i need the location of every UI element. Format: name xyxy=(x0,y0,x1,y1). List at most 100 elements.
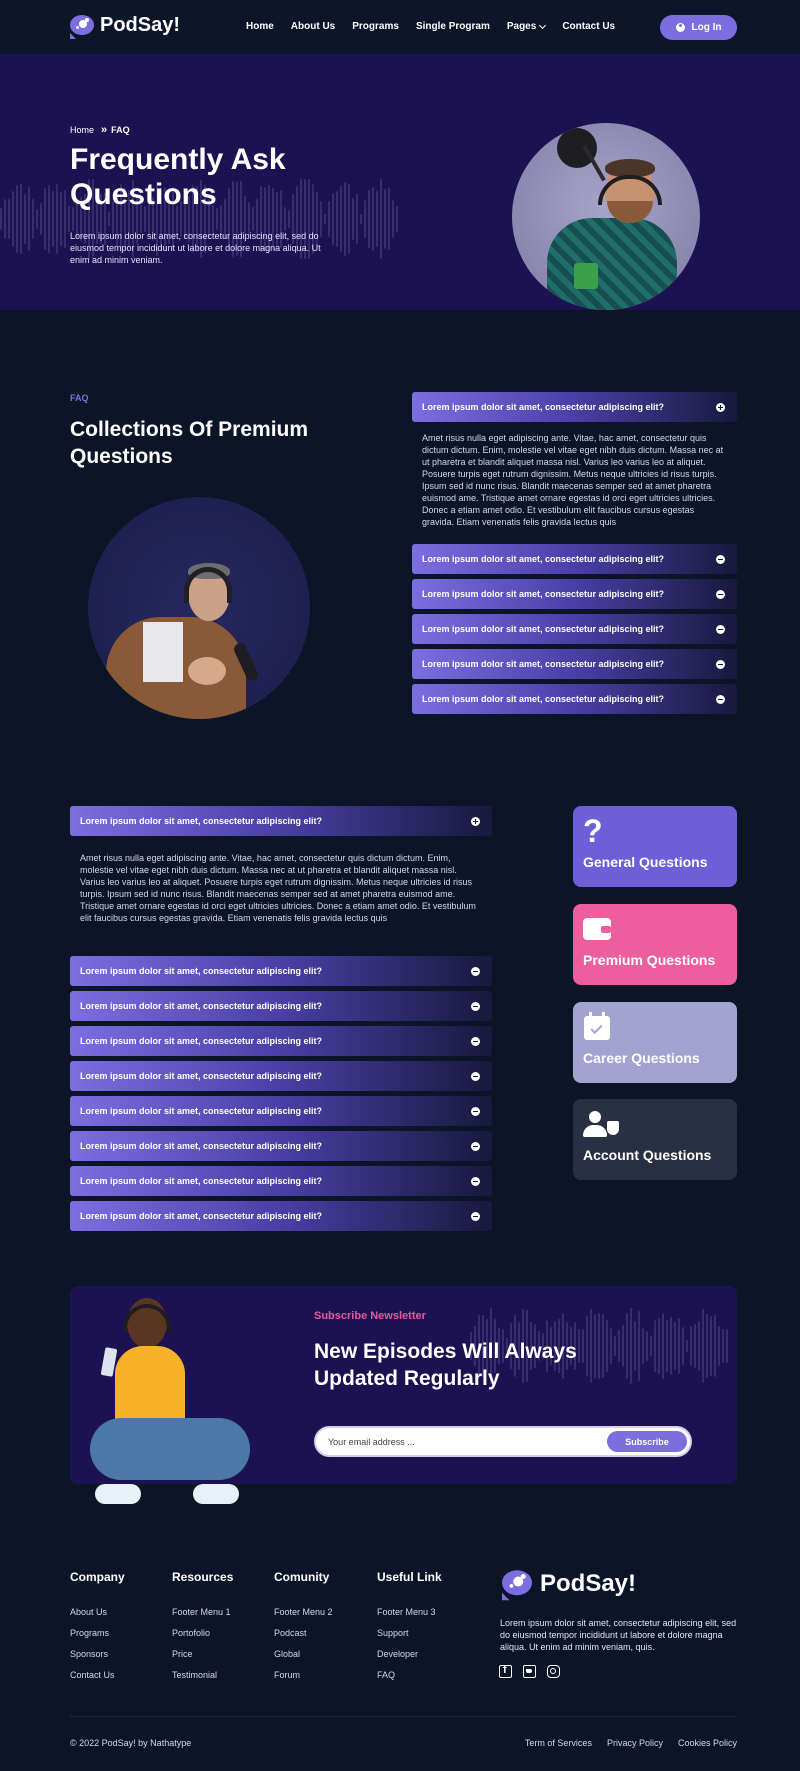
faq-question-text: Lorem ipsum dolor sit amet, consectetur … xyxy=(80,1036,323,1046)
footer-column-resources: Resources Footer Menu 1 Portofolio Price… xyxy=(172,1570,233,1691)
brand-logo[interactable]: PodSay! xyxy=(70,14,180,39)
faq-accordion-2: Lorem ipsum dolor sit amet, consectetur … xyxy=(70,806,492,1231)
category-title: General Questions xyxy=(583,854,708,870)
minus-circle-icon[interactable] xyxy=(471,1001,480,1011)
minus-circle-icon[interactable] xyxy=(716,554,725,564)
category-card-premium[interactable]: Premium Questions xyxy=(573,904,737,985)
footer-column-useful-link: Useful Link Footer Menu 3 Support Develo… xyxy=(377,1570,442,1691)
faq-question-open[interactable]: Lorem ipsum dolor sit amet, consectetur … xyxy=(70,806,492,836)
subscribe-button[interactable]: Subscribe xyxy=(607,1431,687,1452)
footer-column-title: Comunity xyxy=(274,1570,330,1584)
footer-link[interactable]: Programs xyxy=(70,1628,125,1649)
footer-column-title: Resources xyxy=(172,1570,234,1584)
minus-circle-icon[interactable] xyxy=(471,1071,480,1081)
faq-question-text: Lorem ipsum dolor sit amet, consectetur … xyxy=(422,554,665,564)
login-label: Log In xyxy=(691,22,722,33)
faq-question[interactable]: Lorem ipsum dolor sit amet, consectetur … xyxy=(70,1166,492,1196)
footer-link[interactable]: Footer Menu 1 xyxy=(172,1607,233,1628)
minus-circle-icon[interactable] xyxy=(471,1106,480,1116)
top-nav: PodSay! Home About Us Programs Single Pr… xyxy=(0,0,800,54)
minus-circle-icon[interactable] xyxy=(716,624,725,634)
faq-question[interactable]: Lorem ipsum dolor sit amet, consectetur … xyxy=(412,684,737,714)
minus-circle-icon[interactable] xyxy=(716,589,725,599)
minus-circle-icon[interactable] xyxy=(471,1176,480,1186)
question-icon: ? xyxy=(583,813,603,849)
nav-programs[interactable]: Programs xyxy=(352,21,399,32)
plus-circle-icon[interactable] xyxy=(471,816,480,826)
breadcrumb-home[interactable]: Home xyxy=(70,125,94,135)
calendar-check-icon xyxy=(583,1012,613,1042)
hero-description: Lorem ipsum dolor sit amet, consectetur … xyxy=(70,231,321,265)
faq-question[interactable]: Lorem ipsum dolor sit amet, consectetur … xyxy=(412,649,737,679)
footer-link[interactable]: Forum xyxy=(274,1670,333,1691)
twitter-icon[interactable] xyxy=(523,1665,536,1678)
footer-link[interactable]: Contact Us xyxy=(70,1670,125,1691)
footer-link[interactable]: Footer Menu 3 xyxy=(377,1607,442,1628)
minus-circle-icon[interactable] xyxy=(716,659,725,669)
faq-question-open[interactable]: Lorem ipsum dolor sit amet, consectetur … xyxy=(412,392,737,422)
faq-question-text: Lorem ipsum dolor sit amet, consectetur … xyxy=(80,1001,323,1011)
newsletter-tag: Subscribe Newsletter xyxy=(314,1310,426,1322)
footer-link[interactable]: Price xyxy=(172,1649,233,1670)
faq-question[interactable]: Lorem ipsum dolor sit amet, consectetur … xyxy=(412,579,737,609)
footer-link[interactable]: FAQ xyxy=(377,1670,442,1691)
nav-pages[interactable]: Pages xyxy=(507,21,547,32)
footer-link[interactable]: Developer xyxy=(377,1649,442,1670)
nav-contact-us[interactable]: Contact Us xyxy=(562,21,615,32)
nav-single-program[interactable]: Single Program xyxy=(416,21,490,32)
faq-question-text: Lorem ipsum dolor sit amet, consectetur … xyxy=(422,624,665,634)
minus-circle-icon[interactable] xyxy=(471,1036,480,1046)
footer-column-title: Useful Link xyxy=(377,1570,442,1584)
footer-brand-logo[interactable]: PodSay! xyxy=(502,1570,636,1601)
logo-icon xyxy=(502,1570,535,1601)
footer-link[interactable]: Global xyxy=(274,1649,333,1670)
footer-link[interactable]: Testimonial xyxy=(172,1670,233,1691)
footer-link[interactable]: Sponsors xyxy=(70,1649,125,1670)
faq-question[interactable]: Lorem ipsum dolor sit amet, consectetur … xyxy=(70,1061,492,1091)
minus-circle-icon[interactable] xyxy=(471,966,480,976)
nav-home[interactable]: Home xyxy=(246,21,274,32)
footer-link[interactable]: Footer Menu 2 xyxy=(274,1607,333,1628)
footer-description: Lorem ipsum dolor sit amet, consectetur … xyxy=(500,1618,737,1652)
newsletter-listener-image xyxy=(85,1296,255,1518)
faq-question[interactable]: Lorem ipsum dolor sit amet, consectetur … xyxy=(70,1026,492,1056)
faq-question[interactable]: Lorem ipsum dolor sit amet, consectetur … xyxy=(70,991,492,1021)
faq-question-text: Lorem ipsum dolor sit amet, consectetur … xyxy=(80,1106,323,1116)
terms-link[interactable]: Term of Services xyxy=(525,1738,592,1748)
category-card-account[interactable]: Account Questions xyxy=(573,1099,737,1180)
faq-question[interactable]: Lorem ipsum dolor sit amet, consectetur … xyxy=(412,544,737,574)
category-title: Career Questions xyxy=(583,1050,700,1066)
chevron-down-icon xyxy=(539,21,547,29)
footer-link[interactable]: Support xyxy=(377,1628,442,1649)
minus-circle-icon[interactable] xyxy=(716,694,725,704)
faq-question[interactable]: Lorem ipsum dolor sit amet, consectetur … xyxy=(70,956,492,986)
login-button[interactable]: Log In xyxy=(660,15,737,40)
page-title: Frequently Ask Questions xyxy=(70,143,286,211)
instagram-icon[interactable] xyxy=(547,1665,560,1678)
faq-question[interactable]: Lorem ipsum dolor sit amet, consectetur … xyxy=(412,614,737,644)
nav-about-us[interactable]: About Us xyxy=(291,21,335,32)
category-card-general[interactable]: ? General Questions xyxy=(573,806,737,887)
footer-link[interactable]: Podcast xyxy=(274,1628,333,1649)
category-card-career[interactable]: Career Questions xyxy=(573,1002,737,1083)
faq-question-text: Lorem ipsum dolor sit amet, consectetur … xyxy=(80,966,323,976)
double-chevron-right-icon: » xyxy=(101,124,107,136)
faq-question-text: Lorem ipsum dolor sit amet, consectetur … xyxy=(422,694,665,704)
social-links xyxy=(499,1664,560,1678)
plus-circle-icon[interactable] xyxy=(716,402,725,412)
breadcrumb-current: FAQ xyxy=(111,125,130,135)
minus-circle-icon[interactable] xyxy=(471,1211,480,1221)
footer-link[interactable]: About Us xyxy=(70,1607,125,1628)
faq-answer: Amet risus nulla eget adipiscing ante. V… xyxy=(422,433,724,527)
faq-question-text: Lorem ipsum dolor sit amet, consectetur … xyxy=(80,1141,323,1151)
faq-question[interactable]: Lorem ipsum dolor sit amet, consectetur … xyxy=(70,1131,492,1161)
faq-question[interactable]: Lorem ipsum dolor sit amet, consectetur … xyxy=(70,1096,492,1126)
privacy-link[interactable]: Privacy Policy xyxy=(607,1738,663,1748)
minus-circle-icon[interactable] xyxy=(471,1141,480,1151)
faq-question[interactable]: Lorem ipsum dolor sit amet, consectetur … xyxy=(70,1201,492,1231)
footer-divider xyxy=(70,1716,737,1717)
footer-link[interactable]: Portofolio xyxy=(172,1628,233,1649)
email-input[interactable] xyxy=(328,1428,598,1455)
facebook-icon[interactable] xyxy=(499,1664,512,1678)
cookies-link[interactable]: Cookies Policy xyxy=(678,1738,737,1748)
